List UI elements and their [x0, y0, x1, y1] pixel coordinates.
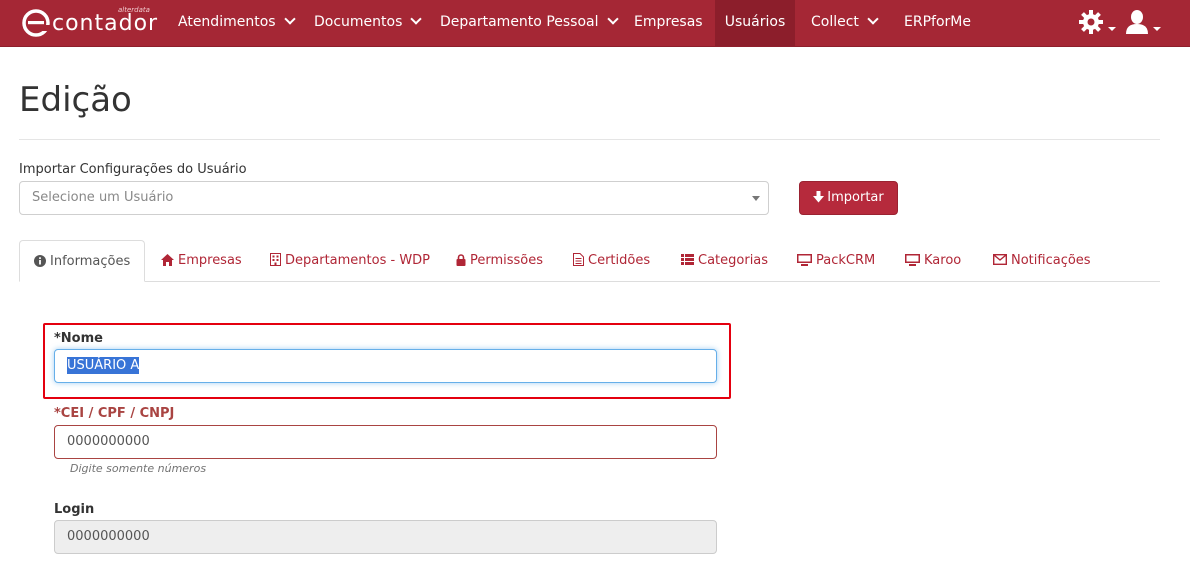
- chevron-down-icon: [606, 13, 619, 25]
- tab-label: Categorias: [698, 253, 769, 268]
- tab-label: PackCRM: [816, 253, 876, 268]
- login-input[interactable]: 0000000000: [54, 520, 717, 554]
- tab-label: Empresas: [178, 253, 242, 268]
- lock-icon: [456, 253, 466, 266]
- nav-item-collect[interactable]: Collect: [811, 0, 879, 46]
- building-icon: [270, 253, 281, 266]
- documento-input-value: 0000000000: [67, 434, 150, 449]
- envelope-icon: [993, 254, 1007, 265]
- nav-item-erpforme[interactable]: ERPforMe: [904, 0, 971, 46]
- tab-categorias[interactable]: Categorias: [681, 240, 768, 282]
- arrow-down-icon: [813, 190, 825, 202]
- documento-help-text: Digite somente números: [70, 462, 207, 475]
- user-icon: [1126, 10, 1148, 34]
- tab-label: Notificações: [1011, 253, 1091, 268]
- brand-tagline: alterdata: [118, 6, 150, 14]
- nav-item-label: Departamento Pessoal: [440, 14, 599, 30]
- nome-input-value: USUÁRIO A: [67, 357, 140, 374]
- login-label: Login: [54, 502, 95, 517]
- tab-label: Informações: [50, 254, 131, 269]
- nav-item-label: Empresas: [634, 14, 703, 30]
- nav-item-atendimentos[interactable]: Atendimentos: [178, 0, 296, 46]
- user-select-placeholder: Selecione um Usuário: [32, 190, 174, 205]
- info-icon: [34, 254, 46, 267]
- nav-item-label: Atendimentos: [178, 14, 276, 30]
- tab-notificacoes[interactable]: Notificações: [993, 240, 1091, 282]
- user-select[interactable]: Selecione um Usuário: [19, 181, 769, 215]
- tab-label: Karoo: [924, 253, 962, 268]
- nome-label: *Nome: [54, 331, 103, 346]
- caret-down-icon: [1153, 27, 1161, 31]
- tab-label: Departamentos - WDP: [285, 253, 431, 268]
- chevron-down-icon: [867, 13, 879, 25]
- monitor-icon: [905, 253, 920, 266]
- divider: [19, 139, 1160, 140]
- tab-informacoes[interactable]: Informações: [19, 240, 146, 282]
- brand-logo[interactable]: contador alterdata: [22, 6, 162, 40]
- nav-item-usuarios[interactable]: Usuários: [715, 0, 795, 46]
- settings-menu[interactable]: [1078, 9, 1118, 37]
- brand-name: contador: [52, 11, 159, 36]
- nav-item-empresas[interactable]: Empresas: [634, 0, 703, 46]
- tab-karoo[interactable]: Karoo: [905, 240, 961, 282]
- page-title: Edição: [19, 80, 132, 120]
- nav-item-label: Usuários: [724, 14, 786, 30]
- import-button[interactable]: Importar: [799, 181, 898, 215]
- list-icon: [681, 254, 694, 265]
- documento-label: *CEI / CPF / CNPJ: [54, 406, 175, 421]
- nome-input[interactable]: USUÁRIO A: [54, 349, 717, 383]
- tab-departamentos-wdp[interactable]: Departamentos - WDP: [270, 240, 430, 282]
- nav-item-label: Collect: [811, 14, 859, 30]
- nav-item-documentos[interactable]: Documentos: [314, 0, 423, 46]
- nav-item-label: Documentos: [314, 14, 403, 30]
- import-button-label: Importar: [827, 190, 884, 205]
- chevron-down-icon: [283, 13, 296, 25]
- login-input-value: 0000000000: [67, 529, 150, 544]
- tab-empresas[interactable]: Empresas: [161, 240, 242, 282]
- documento-input[interactable]: 0000000000: [54, 425, 717, 459]
- caret-down-icon: [752, 196, 760, 201]
- tab-certidoes[interactable]: Certidões: [573, 240, 650, 282]
- document-icon: [573, 253, 584, 266]
- import-label: Importar Configurações do Usuário: [19, 162, 247, 177]
- tab-label: Permissões: [470, 253, 544, 268]
- gear-icon: [1079, 10, 1103, 34]
- user-menu[interactable]: [1125, 9, 1163, 37]
- nav-item-departamento-pessoal[interactable]: Departamento Pessoal: [440, 0, 619, 46]
- chevron-down-icon: [410, 13, 423, 25]
- nav-item-label: ERPforMe: [904, 14, 971, 30]
- tab-packcrm[interactable]: PackCRM: [797, 240, 875, 282]
- top-navbar: contador alterdata Atendimentos Document…: [0, 0, 1190, 47]
- e-logo-icon: [22, 9, 50, 37]
- home-icon: [161, 253, 174, 266]
- tab-permissoes[interactable]: Permissões: [456, 240, 543, 282]
- monitor-icon: [797, 253, 812, 266]
- tab-label: Certidões: [588, 253, 651, 268]
- caret-down-icon: [1108, 27, 1116, 31]
